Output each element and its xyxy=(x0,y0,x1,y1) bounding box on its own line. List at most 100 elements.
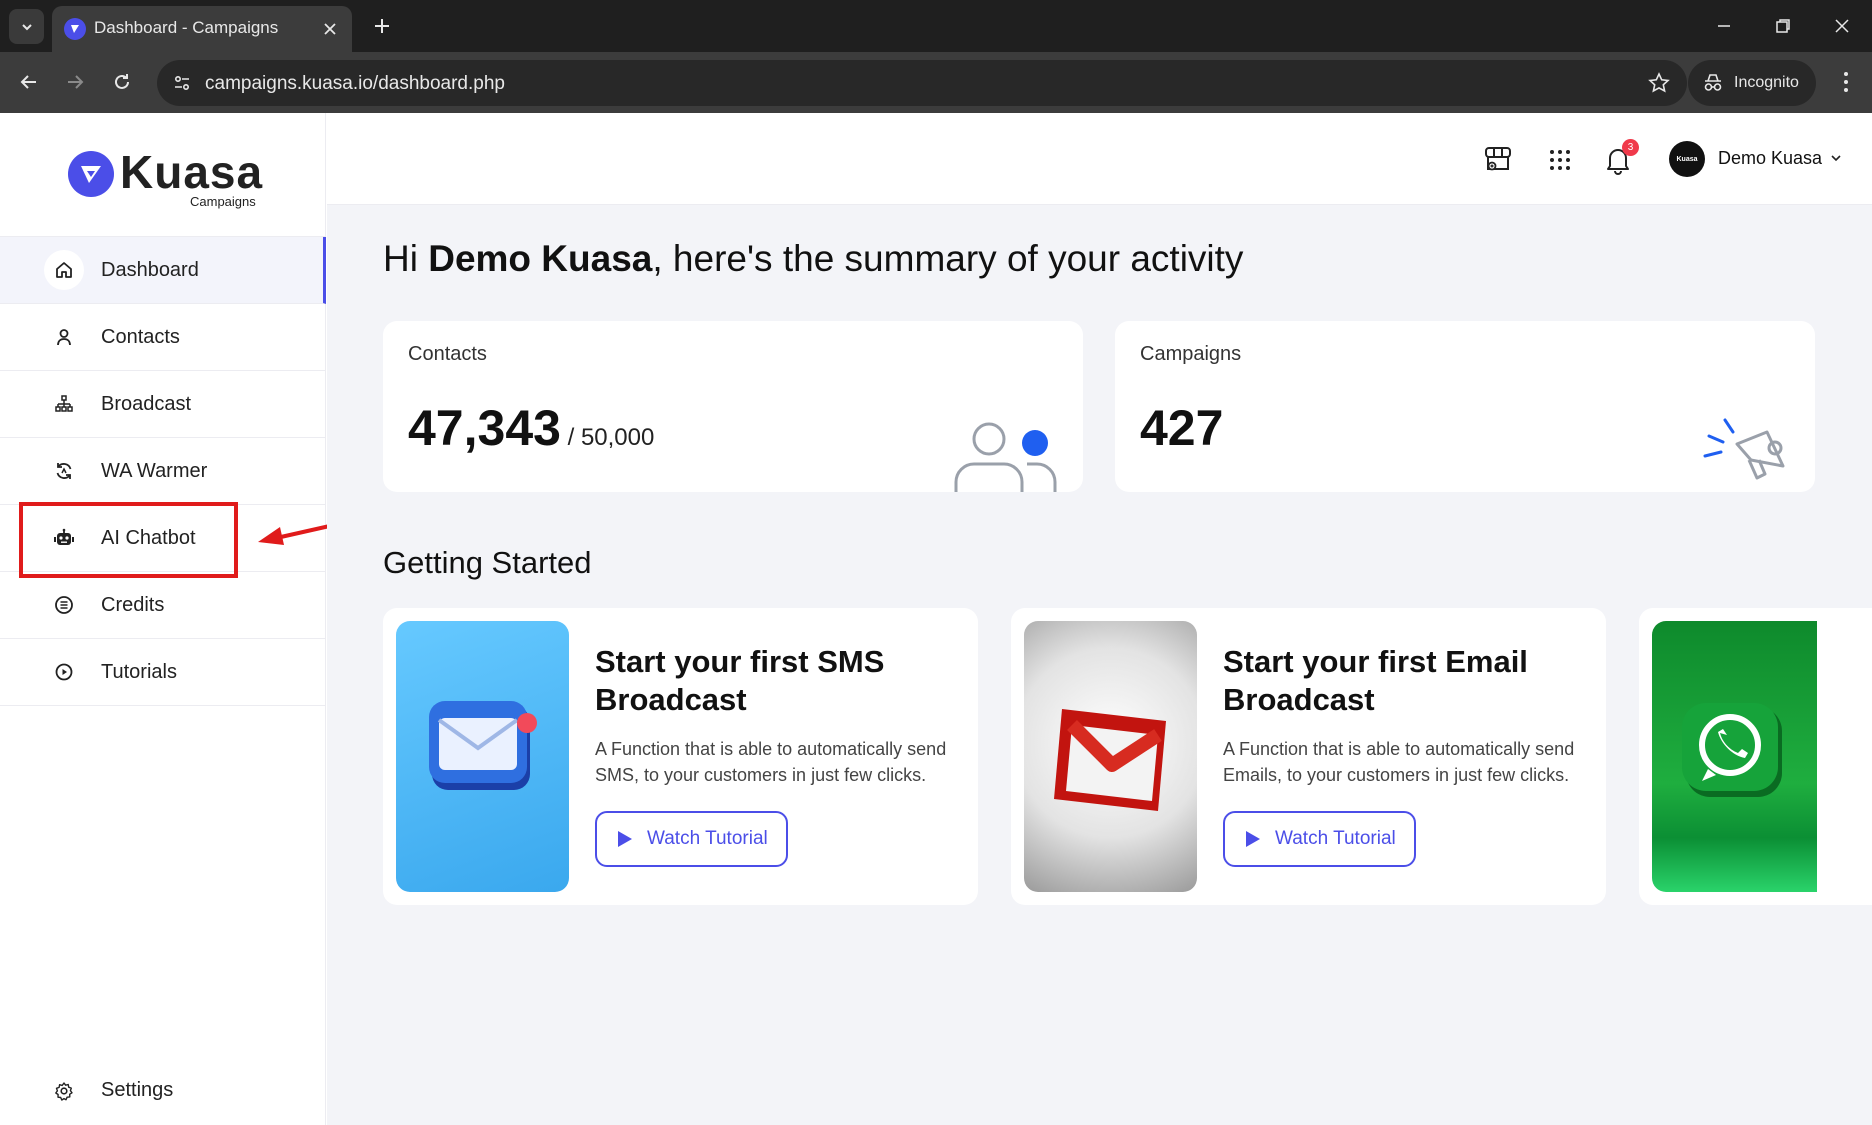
stat-value: 427 xyxy=(1140,400,1224,456)
refresh-chat-icon xyxy=(44,451,84,491)
new-tab-button[interactable] xyxy=(368,12,396,40)
browser-menu-button[interactable] xyxy=(1830,64,1862,100)
incognito-label: Incognito xyxy=(1734,74,1799,91)
card-description: A Function that is able to automatically… xyxy=(1223,739,1575,785)
user-name[interactable]: Demo Kuasa xyxy=(1718,148,1822,169)
sidebar-item-label: Broadcast xyxy=(101,392,192,415)
sidebar-item-label: WA Warmer xyxy=(101,459,208,482)
reload-icon xyxy=(115,74,129,89)
minimize-icon xyxy=(1718,25,1730,27)
tab-search-button[interactable] xyxy=(9,9,44,44)
button-label: Watch Tutorial xyxy=(647,828,768,849)
notification-bell-button[interactable]: 3 xyxy=(1599,139,1639,179)
home-icon xyxy=(44,250,84,290)
watch-tutorial-button[interactable]: Watch Tutorial xyxy=(595,811,788,867)
sidebar-item-label: Credits xyxy=(101,593,165,616)
close-tab-icon[interactable] xyxy=(320,19,340,39)
chevron-down-icon xyxy=(21,23,32,30)
sidebar-item-credits[interactable]: Credits xyxy=(0,572,326,639)
contacts-count: 47,343 xyxy=(408,400,561,456)
whatsapp-thumbnail xyxy=(1652,621,1817,892)
greeting-prefix: Hi xyxy=(383,238,429,279)
gmail-icon xyxy=(1054,709,1166,811)
sidebar-item-contacts[interactable]: Contacts xyxy=(0,304,326,371)
main-content: Hi Demo Kuasa, here's the summary of you… xyxy=(327,205,1872,1125)
sms-broadcast-card: Start your first SMS Broadcast A Functio… xyxy=(383,608,978,905)
button-label: Watch Tutorial xyxy=(1275,828,1396,849)
contacts-stat-card[interactable]: Contacts 47,343 / 50,000 xyxy=(383,321,1083,492)
avatar[interactable]: Kuasa xyxy=(1669,141,1705,177)
contacts-limit: / 50,000 xyxy=(560,424,655,451)
megaphone-illustration-icon xyxy=(1703,418,1785,480)
stat-label: Contacts xyxy=(408,343,487,365)
sms-thumbnail xyxy=(396,621,569,892)
restore-window-button[interactable] xyxy=(1761,10,1805,42)
stat-value: 47,343 / 50,000 xyxy=(408,399,654,457)
gear-icon xyxy=(44,1071,84,1111)
card-description: A Function that is able to automatically… xyxy=(595,739,947,785)
card-title: Start your first Email Broadcast xyxy=(1223,644,1528,717)
browser-toolbar: campaigns.kuasa.io/dashboard.php Incogni… xyxy=(0,52,1872,113)
email-broadcast-card: Start your first Email Broadcast A Funct… xyxy=(1011,608,1606,905)
credits-icon xyxy=(44,585,84,625)
watch-tutorial-button[interactable]: Watch Tutorial xyxy=(1223,811,1416,867)
annotation-highlight-box xyxy=(19,502,238,578)
reload-button[interactable] xyxy=(104,64,140,100)
apps-grid-icon[interactable] xyxy=(1541,141,1579,179)
tab-title: Dashboard - Campaigns xyxy=(94,18,279,37)
close-icon xyxy=(1835,19,1849,33)
sidebar-item-broadcast[interactable]: Broadcast xyxy=(0,371,326,438)
brand-logo[interactable]: Kuasa Campaigns xyxy=(68,143,268,209)
incognito-icon xyxy=(1704,74,1722,91)
sidebar-item-dashboard[interactable]: Dashboard xyxy=(0,237,326,304)
browser-tab-active[interactable]: Dashboard - Campaigns xyxy=(52,6,352,52)
notification-count-badge: 3 xyxy=(1622,139,1639,156)
site-info-icon[interactable] xyxy=(167,68,197,98)
store-icon[interactable] xyxy=(1479,141,1517,179)
arrow-right-icon xyxy=(68,75,84,89)
play-icon xyxy=(1246,831,1260,847)
greeting-name: Demo Kuasa xyxy=(428,238,653,279)
sidebar-item-label: Tutorials xyxy=(101,660,177,683)
plus-icon xyxy=(375,19,389,33)
chevron-down-icon[interactable] xyxy=(1829,151,1843,165)
greeting-suffix: , here's the summary of your activity xyxy=(652,238,1244,279)
page-title: Hi Demo Kuasa, here's the summary of you… xyxy=(383,238,1243,280)
sidebar-item-settings[interactable]: Settings xyxy=(0,1057,326,1124)
kuasa-logo-icon xyxy=(68,151,114,197)
avatar-text: Kuasa xyxy=(1676,155,1698,163)
address-bar[interactable]: campaigns.kuasa.io/dashboard.php xyxy=(157,60,1687,106)
browser-tab-strip: Dashboard - Campaigns xyxy=(0,0,1872,52)
brand-subtitle: Campaigns xyxy=(190,194,256,209)
arrow-left-icon xyxy=(20,75,36,89)
section-title: Getting Started xyxy=(383,545,592,580)
whatsapp-icon xyxy=(1682,703,1782,797)
sidebar-item-label: Settings xyxy=(101,1079,174,1101)
campaigns-stat-card[interactable]: Campaigns 427 xyxy=(1115,321,1815,492)
stat-label: Campaigns xyxy=(1140,343,1242,365)
envelope-icon xyxy=(429,701,537,790)
broadcast-icon xyxy=(44,384,84,424)
brand-name: Kuasa xyxy=(120,146,264,198)
card-title: Start your first SMS Broadcast xyxy=(595,644,885,717)
url-text: campaigns.kuasa.io/dashboard.php xyxy=(205,73,505,94)
users-illustration-icon xyxy=(954,422,1057,492)
user-icon xyxy=(44,317,84,357)
back-button[interactable] xyxy=(11,64,47,100)
incognito-indicator[interactable]: Incognito xyxy=(1688,60,1816,106)
sidebar-item-label: Dashboard xyxy=(101,258,199,281)
minimize-window-button[interactable] xyxy=(1702,10,1746,42)
email-thumbnail xyxy=(1024,621,1197,892)
play-icon xyxy=(618,831,632,847)
play-circle-icon xyxy=(44,652,84,692)
kuasa-favicon-icon xyxy=(64,18,86,40)
app-header: 3 Kuasa Demo Kuasa xyxy=(327,113,1872,205)
bookmark-star-icon[interactable] xyxy=(1645,69,1673,97)
sidebar-item-label: Contacts xyxy=(101,325,180,348)
sidebar-item-tutorials[interactable]: Tutorials xyxy=(0,639,326,706)
more-vertical-icon xyxy=(1844,72,1848,92)
whatsapp-broadcast-card xyxy=(1639,608,1872,905)
sidebar: Kuasa Campaigns Dashboard Contacts Broad… xyxy=(0,113,326,1125)
forward-button[interactable] xyxy=(57,64,93,100)
close-window-button[interactable] xyxy=(1820,10,1864,42)
